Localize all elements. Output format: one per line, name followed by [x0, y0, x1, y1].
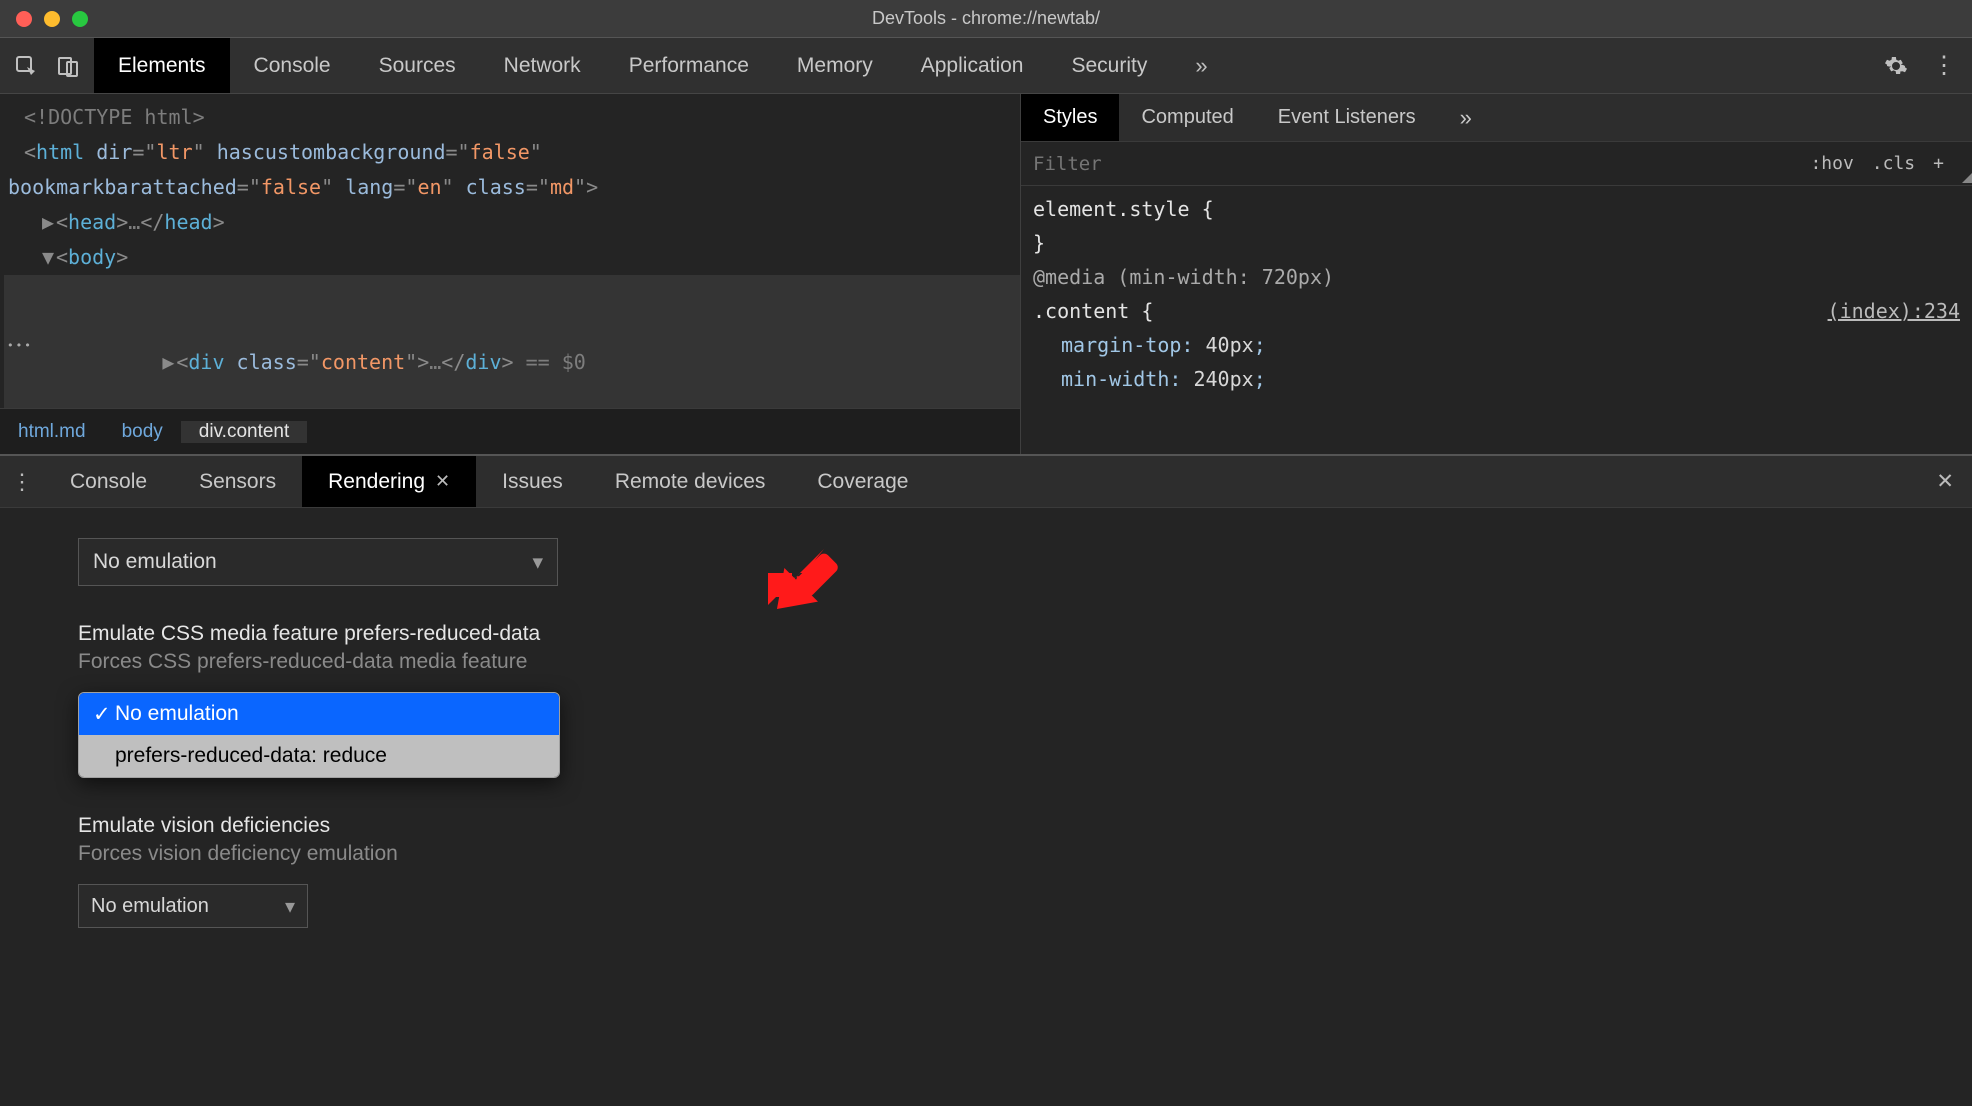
- window-title: DevTools - chrome://newtab/: [0, 8, 1972, 29]
- titlebar: DevTools - chrome://newtab/: [0, 0, 1972, 38]
- tab-network[interactable]: Network: [480, 38, 605, 93]
- settings-icon[interactable]: [1884, 54, 1908, 78]
- hov-toggle[interactable]: :hov: [1810, 153, 1853, 174]
- dom-doctype: <!DOCTYPE html>: [24, 105, 205, 129]
- more-options-icon[interactable]: ⋮: [1932, 54, 1956, 78]
- prefers-reduced-data-select[interactable]: ✓ No emulation prefers-reduced-data: red…: [78, 692, 560, 778]
- prd-option-no-emulation[interactable]: ✓ No emulation: [79, 693, 559, 735]
- drawer-close-icon[interactable]: ✕: [1918, 456, 1972, 507]
- device-toggle-icon[interactable]: [56, 54, 80, 78]
- vision-deficiencies-desc: Forces vision deficiency emulation: [78, 842, 1972, 866]
- media-query: @media (min-width: 720px): [1033, 260, 1960, 294]
- source-link[interactable]: (index):234: [1828, 294, 1960, 328]
- vision-deficiencies-title: Emulate vision deficiencies: [78, 814, 1972, 838]
- rule-margin-top[interactable]: margin-top: 40px;: [1033, 328, 1960, 362]
- crumb-html[interactable]: html.md: [0, 421, 104, 443]
- element-style-rule[interactable]: element.style {: [1033, 192, 1960, 226]
- rendering-panel: No emulation ▾ Emulate CSS media feature…: [0, 508, 1972, 928]
- styles-panel: Styles Computed Event Listeners » :hov .…: [1020, 94, 1972, 454]
- dom-html-open-2[interactable]: bookmarkbarattached="false" lang="en" cl…: [4, 170, 1020, 205]
- check-icon: ✓: [93, 702, 115, 727]
- tab-console[interactable]: Console: [230, 38, 355, 93]
- tabs-overflow-icon[interactable]: »: [1171, 38, 1231, 93]
- styles-filter-bar: :hov .cls +: [1021, 142, 1972, 186]
- chevron-down-icon: ▾: [532, 550, 543, 575]
- tab-security[interactable]: Security: [1047, 38, 1171, 93]
- drawer-tabs: ⋮ Console Sensors Rendering ✕ Issues Rem…: [0, 456, 1972, 508]
- prefers-reduced-data-title: Emulate CSS media feature prefers-reduce…: [78, 622, 1972, 646]
- prefers-reduced-data-desc: Forces CSS prefers-reduced-data media fe…: [78, 650, 1972, 674]
- elements-panel: <!DOCTYPE html> <html dir="ltr" hascusto…: [0, 94, 1020, 454]
- prd-option-reduce[interactable]: prefers-reduced-data: reduce: [79, 735, 559, 777]
- elements-split: <!DOCTYPE html> <html dir="ltr" hascusto…: [0, 94, 1972, 454]
- tab-application[interactable]: Application: [897, 38, 1048, 93]
- dom-selected-div[interactable]: ••• ▶<div class="content">…</div> == $0: [4, 275, 1020, 408]
- dom-tree[interactable]: <!DOCTYPE html> <html dir="ltr" hascusto…: [0, 94, 1020, 408]
- content-rule[interactable]: .content { (index):234: [1033, 294, 1960, 328]
- main-tabs: Elements Console Sources Network Perform…: [94, 38, 1232, 93]
- drawer-tab-rendering[interactable]: Rendering ✕: [302, 456, 476, 507]
- tab-styles[interactable]: Styles: [1021, 94, 1119, 141]
- emulate-media-type-select[interactable]: No emulation ▾: [78, 538, 558, 586]
- tab-elements[interactable]: Elements: [94, 38, 230, 93]
- inspect-element-icon[interactable]: [14, 54, 38, 78]
- tab-sources[interactable]: Sources: [355, 38, 480, 93]
- eq0-badge: == $0: [514, 350, 586, 374]
- tab-performance[interactable]: Performance: [605, 38, 773, 93]
- tab-memory[interactable]: Memory: [773, 38, 897, 93]
- tab-computed[interactable]: Computed: [1119, 94, 1255, 141]
- drawer: ⋮ Console Sensors Rendering ✕ Issues Rem…: [0, 454, 1972, 1106]
- tab-event-listeners[interactable]: Event Listeners: [1256, 94, 1438, 141]
- styles-tabs-overflow-icon[interactable]: »: [1438, 94, 1494, 141]
- styles-tabs: Styles Computed Event Listeners »: [1021, 94, 1972, 142]
- dom-head[interactable]: ▶<head>…</head>: [4, 205, 1020, 240]
- styles-body[interactable]: element.style { } @media (min-width: 720…: [1021, 186, 1972, 402]
- vision-deficiency-select[interactable]: No emulation ▾: [78, 884, 308, 928]
- crumb-content[interactable]: div.content: [181, 421, 307, 443]
- drawer-tab-console[interactable]: Console: [44, 456, 173, 507]
- drawer-tab-issues[interactable]: Issues: [476, 456, 589, 507]
- crumb-body[interactable]: body: [104, 421, 181, 443]
- drawer-more-icon[interactable]: ⋮: [0, 456, 44, 507]
- styles-filter-input[interactable]: [1021, 153, 1810, 175]
- drawer-tab-coverage[interactable]: Coverage: [791, 456, 934, 507]
- dom-html-open[interactable]: <html dir="ltr" hascustombackground="fal…: [4, 135, 1020, 170]
- new-style-rule-button[interactable]: +: [1933, 153, 1944, 174]
- drawer-tab-sensors[interactable]: Sensors: [173, 456, 302, 507]
- rule-min-width[interactable]: min-width: 240px;: [1033, 362, 1960, 396]
- breadcrumb: html.md body div.content: [0, 408, 1020, 454]
- main-toolbar: Elements Console Sources Network Perform…: [0, 38, 1972, 94]
- cls-toggle[interactable]: .cls: [1872, 153, 1915, 174]
- chevron-down-icon: ▾: [285, 894, 295, 919]
- drawer-tab-remote[interactable]: Remote devices: [589, 456, 792, 507]
- gutter-dots-icon: •••: [4, 275, 28, 408]
- resize-corner-icon[interactable]: [1962, 173, 1972, 183]
- dom-body[interactable]: ▼<body>: [4, 240, 1020, 275]
- close-tab-icon[interactable]: ✕: [435, 471, 450, 492]
- rule-close: }: [1033, 226, 1960, 260]
